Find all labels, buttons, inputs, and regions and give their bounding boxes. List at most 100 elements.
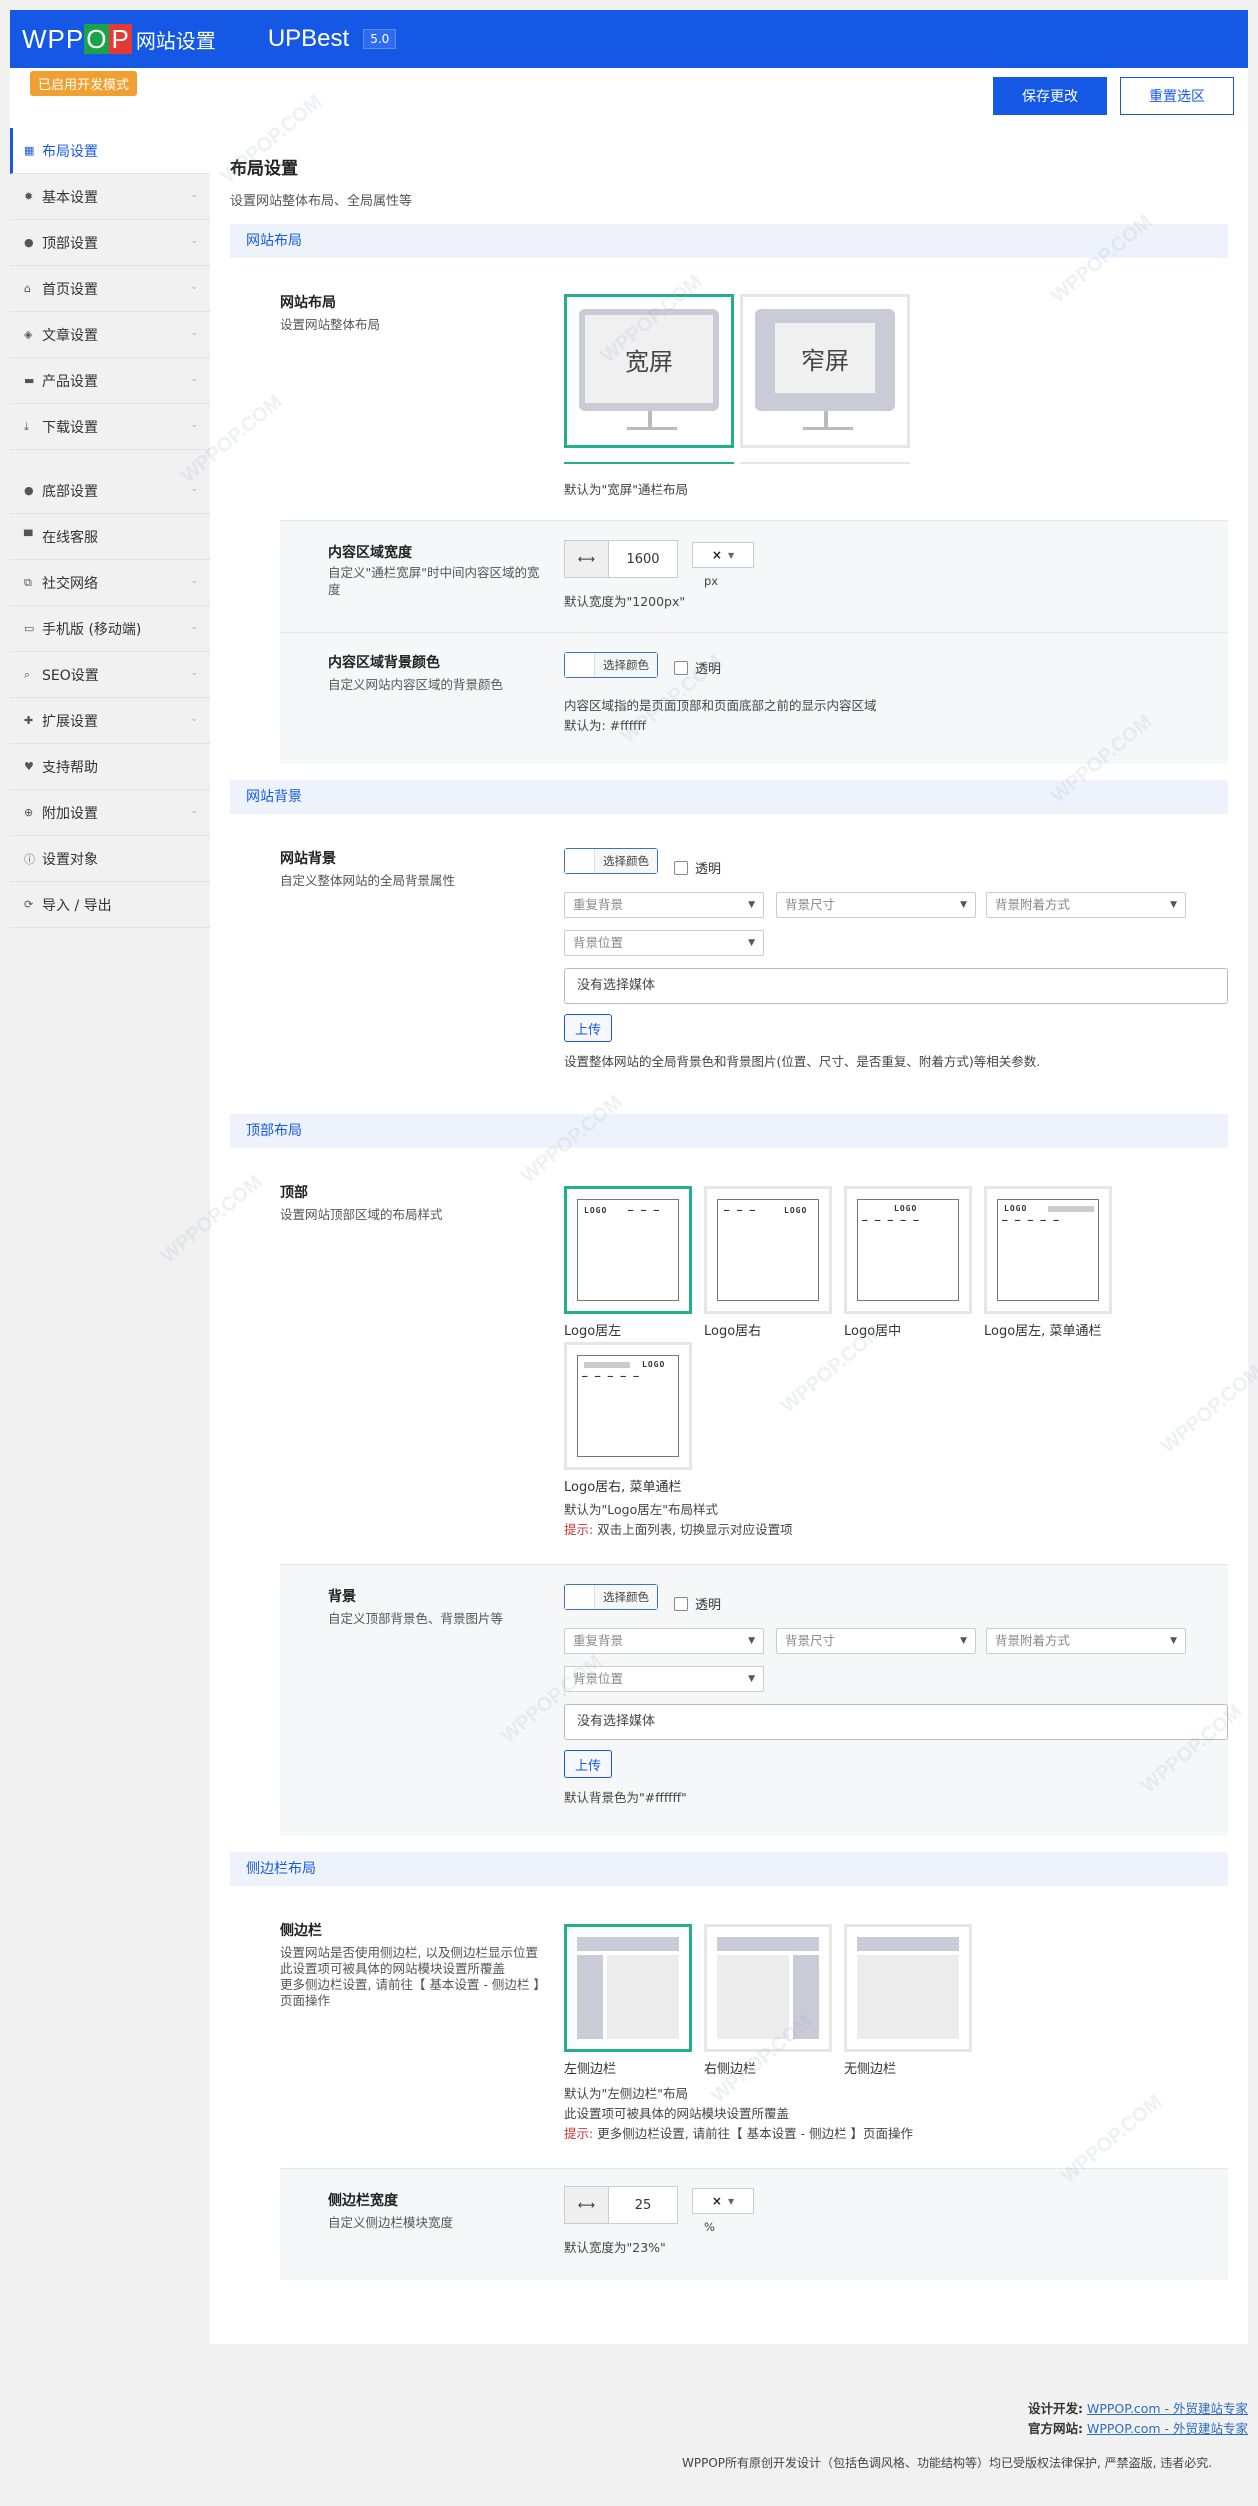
media-url-input[interactable]: 没有选择媒体 [564,968,1228,1004]
footer-site-link[interactable]: WPPOP.com - 外贸建站专家 [1087,2421,1248,2436]
media-url-input[interactable]: 没有选择媒体 [564,1704,1228,1740]
bg-position-select[interactable]: 背景位置 ▼ [564,930,764,956]
logo-subtitle: 网站设置 [135,28,216,53]
circle-down-icon: ● [24,484,34,497]
color-picker-button[interactable]: 选择颜色 [564,1584,658,1610]
heart-icon: ♥ [24,760,34,773]
sidebar-item-extra[interactable]: ⊕ 附加设置 ⌄ [10,790,210,836]
save-button[interactable]: 保存更改 [993,77,1107,115]
chevron-down-icon: ⌄ [190,328,198,338]
grid-icon: ▦ [24,144,35,157]
footer-site-credit: 官方网站: WPPOP.com - 外贸建站专家 [1028,2421,1248,2436]
unit-select[interactable]: × ▼ [692,542,754,568]
sidebar-option-none[interactable] [844,1924,972,2052]
chevron-down-icon: ⌄ [190,668,198,678]
bg-size-select[interactable]: 背景尺寸 ▼ [776,1628,976,1654]
option-caption: Logo居左 [564,1324,622,1339]
layout-default-note: 默认为"宽屏"通栏布局 [564,482,688,497]
sidebar-item-product[interactable]: ▬ 产品设置 ⌄ [10,358,210,404]
unit-select[interactable]: × ▼ [692,2188,754,2214]
field-description: 设置网站是否使用侧边栏, 以及侧边栏显示位置 [280,1945,538,1960]
bg-attachment-select[interactable]: 背景附着方式 ▼ [986,892,1186,918]
tag-icon: ◈ [24,328,33,341]
header-option-logo-left-fullmenu[interactable]: LOGO — — — — — [984,1186,1112,1314]
transparent-checkbox[interactable]: 透明 [674,1594,721,1613]
caret-down-icon: ▼ [748,900,755,910]
refresh-icon: ⟳ [24,898,34,911]
dev-mode-badge: 已启用开发模式 [30,71,138,96]
group-heading-top-layout: 顶部布局 [230,1114,1228,1148]
field-description: 更多侧边栏设置, 请前往【 基本设置 - 侧边栏 】 [280,1977,546,1992]
content-width-input[interactable] [608,540,678,578]
action-bar: 已启用开发模式 保存更改 重置选区 [10,68,1248,128]
sidebar-item-seo[interactable]: ⌕ SEO设置 ⌄ [10,652,210,698]
plus-circle-icon: ⊕ [24,806,34,819]
field-description: 自定义整体网站的全局背景属性 [280,873,456,888]
sidebar-item-basic[interactable]: ✹ 基本设置 ⌄ [10,174,210,220]
page-description: 设置网站整体布局、全局属性等 [230,194,413,209]
watermark: WPPOP.COM [1157,1360,1258,1458]
color-picker-button[interactable]: 选择颜色 [564,652,658,678]
caret-down-icon: ▼ [960,900,967,910]
sidebar-item-social[interactable]: ⧉ 社交网络 ⌄ [10,560,210,606]
footer-dev-link[interactable]: WPPOP.com - 外贸建站专家 [1087,2401,1248,2416]
footer-copyright: WPPOP所有原创开发设计（包括色调风格、功能结构等）均已受版权法律保护, 严禁… [682,2456,1213,2470]
sidebar-item-help[interactable]: ♥ 支持帮助 [10,744,210,790]
sidebar-item-layout[interactable]: ▦ 布局设置 [10,128,210,174]
watermark: WPPOP.COM [777,1320,887,1418]
chevron-down-icon: ⌄ [190,622,198,632]
bg-size-select[interactable]: 背景尺寸 ▼ [776,892,976,918]
header-option-logo-right[interactable]: — — — LOGO [704,1186,832,1314]
option-caption: 左侧边栏 [564,2062,617,2077]
home-icon: ⌂ [24,282,31,295]
header-option-logo-center[interactable]: LOGO — — — — — [844,1186,972,1314]
field-description: 页面操作 [280,1993,331,2008]
transparent-checkbox[interactable]: 透明 [674,858,721,877]
chevron-down-icon: ⌄ [190,374,198,384]
field-description: 设置网站顶部区域的布局样式 [280,1207,443,1222]
sidebar-item-chat[interactable]: ▀ 在线客服 [10,514,210,560]
field-description: 此设置项可被具体的网站模块设置所覆盖 [280,1961,506,1976]
sidebar-option-right[interactable] [704,1924,832,2052]
color-picker-button[interactable]: 选择颜色 [564,848,658,874]
gear-icon: ✹ [24,190,34,203]
chevron-down-icon: ⌄ [190,576,198,586]
footer-dev-credit: 设计开发: WPPOP.com - 外贸建站专家 [1028,2401,1248,2416]
search-icon: ⌕ [24,667,31,681]
monitor-icon: 窄屏 [755,309,895,411]
sidebar-item-home[interactable]: ⌂ 首页设置 ⌄ [10,266,210,312]
field-label: 背景 [328,1589,356,1605]
layout-option-narrow[interactable]: 窄屏 [740,294,910,448]
sidebar-item-article[interactable]: ◈ 文章设置 ⌄ [10,312,210,358]
sidebar-item-download[interactable]: ⤓ 下载设置 ⌄ [10,404,210,450]
unit-label: % [704,2220,715,2234]
sidebar-item-mobile[interactable]: ▭ 手机版 (移动端) ⌄ [10,606,210,652]
content-settings-panel [280,520,1228,764]
sidebar-option-left[interactable] [564,1924,692,2052]
reset-section-button[interactable]: 重置选区 [1120,77,1234,115]
sidebar-width-input[interactable] [608,2186,678,2224]
caret-down-icon: ▼ [727,550,735,560]
version-badge: 5.0 [363,29,397,49]
close-icon: × [711,548,722,562]
chevron-down-icon: ⌄ [190,190,198,200]
printer-icon: ▬ [24,374,35,387]
bg-repeat-select[interactable]: 重复背景 ▼ [564,892,764,918]
sidebar-item-objects[interactable]: ⓘ 设置对象 [10,836,210,882]
bg-repeat-select[interactable]: 重复背景 ▼ [564,1628,764,1654]
header-option-logo-left[interactable]: LOGO — — — [564,1186,692,1314]
upload-button[interactable]: 上传 [564,1750,612,1778]
field-label: 顶部 [280,1185,308,1201]
group-heading-site-layout: 网站布局 [230,224,1228,258]
field-label: 侧边栏 [280,1923,322,1939]
sidebar-item-import-export[interactable]: ⟳ 导入 / 导出 [10,882,210,928]
upload-button[interactable]: 上传 [564,1014,612,1042]
bg-attachment-select[interactable]: 背景附着方式 ▼ [986,1628,1186,1654]
laptop-icon: ▭ [24,622,35,635]
header-option-logo-right-fullmenu[interactable]: LOGO — — — — — [564,1342,692,1470]
caret-down-icon: ▼ [1170,1636,1177,1646]
sidebar-item-extend[interactable]: ✚ 扩展设置 ⌄ [10,698,210,744]
sidebar-item-top[interactable]: ● 顶部设置 ⌄ [10,220,210,266]
caret-down-icon: ▼ [748,1674,755,1684]
field-label: 侧边栏宽度 [328,2193,398,2209]
